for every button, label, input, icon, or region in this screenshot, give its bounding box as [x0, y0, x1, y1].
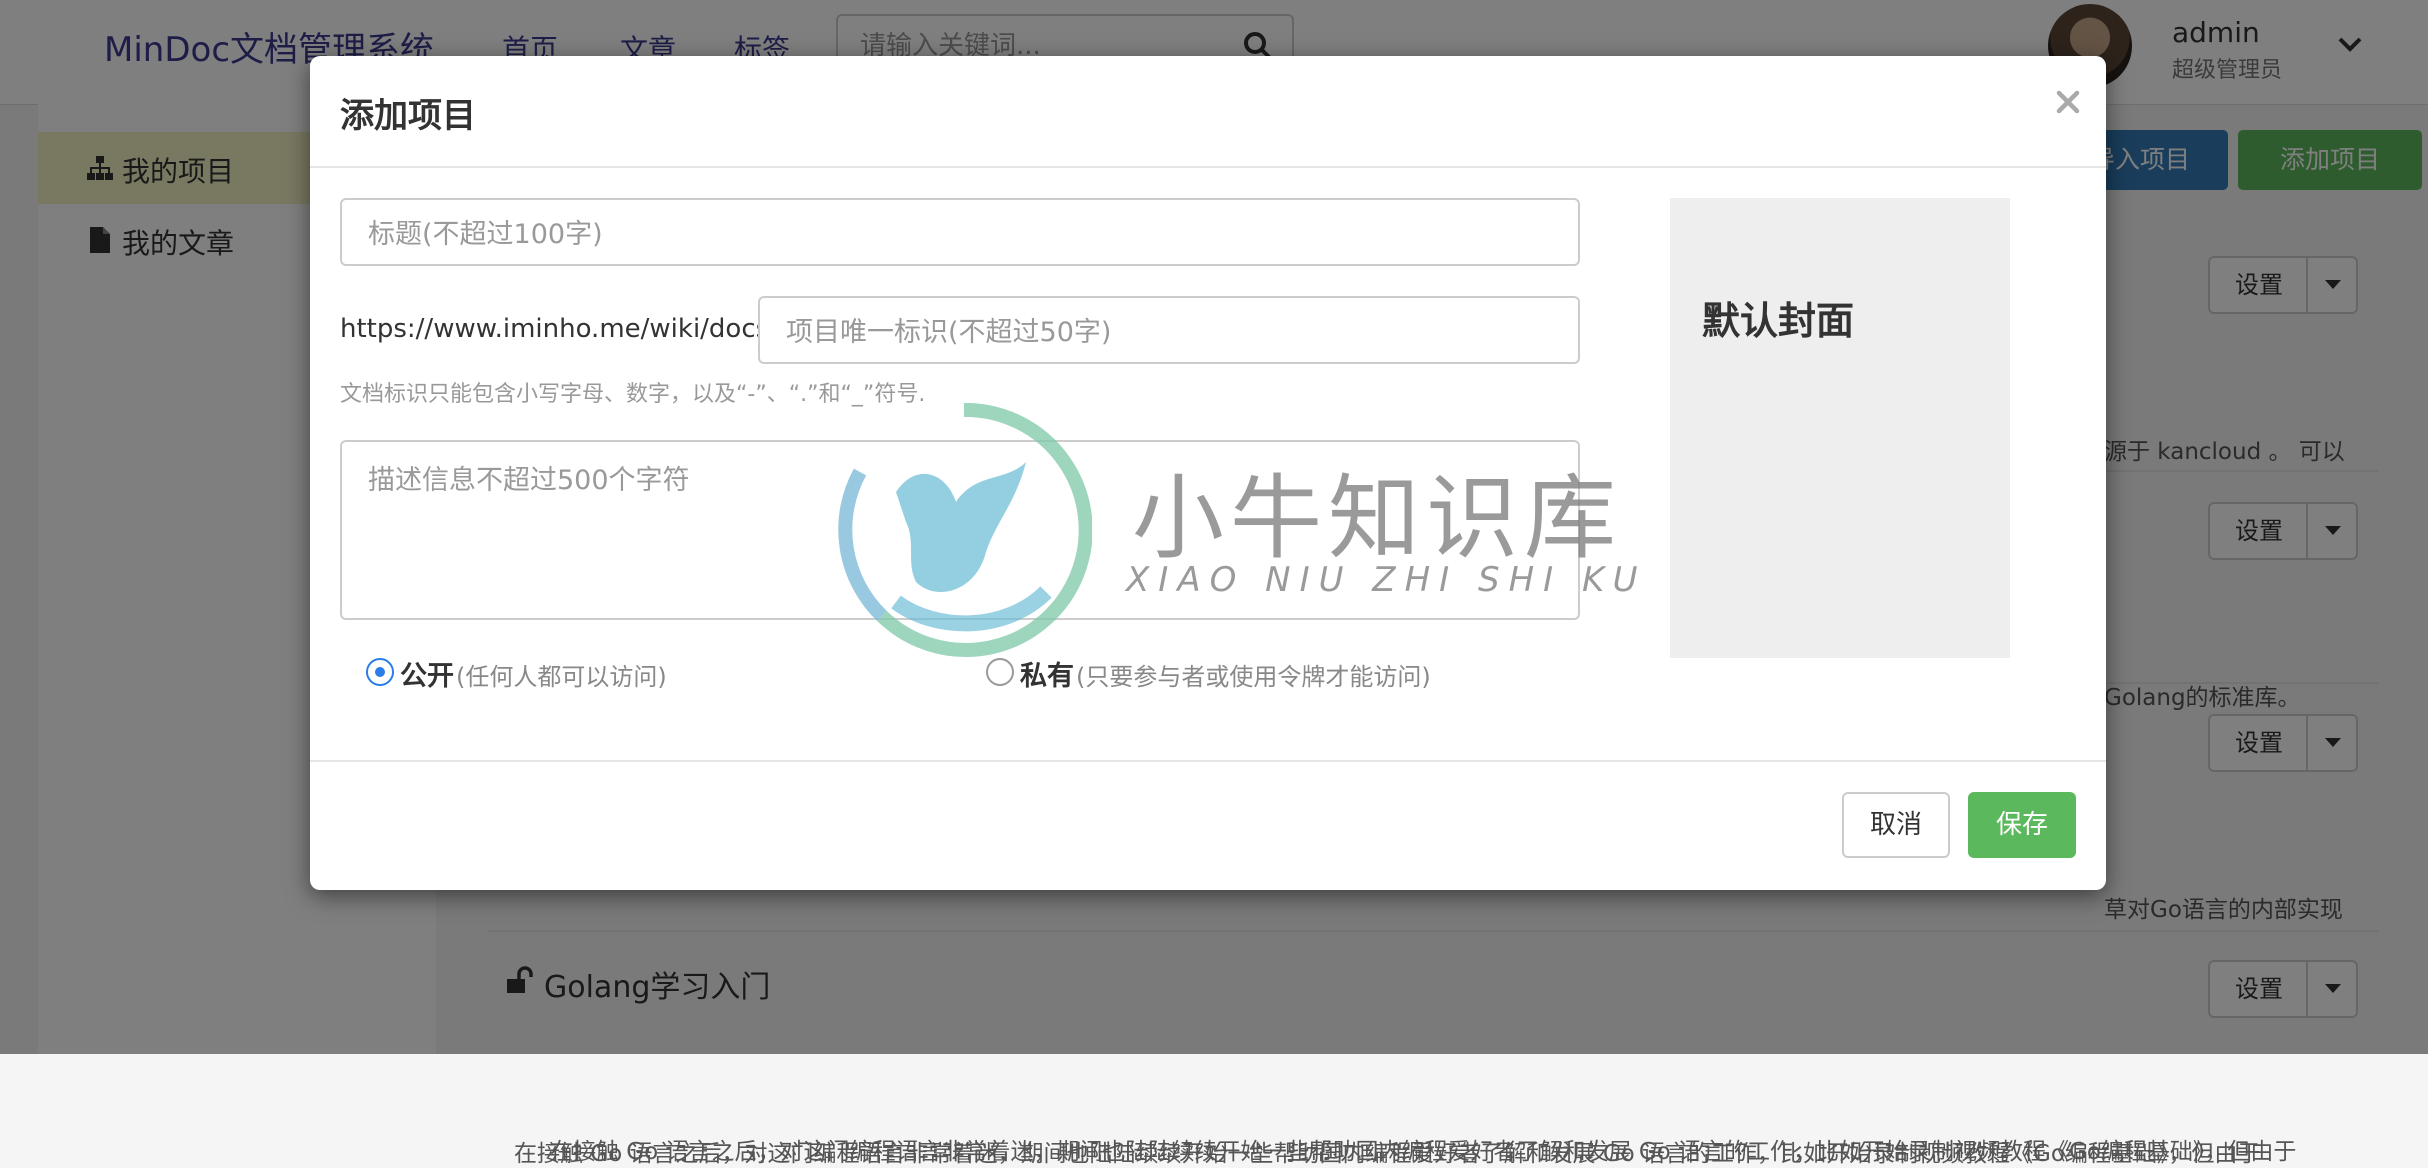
url-prefix-label: https://www.iminho.me/wiki/docs/ — [340, 314, 778, 344]
project-description: 在接触 Go 语言之后，对这门编程语言非常着迷，期间也陆陆续续开始一些帮助国内编… — [514, 1141, 2261, 1167]
modal-footer: 取消 保存 — [310, 760, 2106, 892]
save-button[interactable]: 保存 — [1968, 792, 2076, 858]
cover-label: 默认封面 — [1702, 299, 1855, 343]
watermark-subtext: XIAO NIU ZHI SHI KU — [1126, 560, 1647, 600]
private-radio-label[interactable]: 私有 — [1020, 654, 1074, 693]
project-title-field — [340, 198, 1580, 266]
project-identify-field — [758, 296, 1580, 364]
watermark-text: 小牛知识库 — [1132, 465, 1623, 572]
cancel-button[interactable]: 取消 — [1842, 792, 1950, 858]
public-radio-label[interactable]: 公开 — [400, 654, 454, 693]
private-radio-hint: (只要参与者或使用令牌才能访问) — [1076, 663, 1431, 691]
modal-header: 添加项目 — [310, 56, 2106, 168]
private-radio[interactable] — [986, 658, 1014, 686]
watermark-logo — [838, 402, 1092, 657]
project-title-input[interactable] — [366, 214, 1550, 254]
close-icon[interactable] — [2050, 84, 2086, 120]
project-identify-input[interactable] — [784, 312, 1558, 352]
modal-title: 添加项目 — [340, 96, 476, 136]
public-radio[interactable] — [366, 658, 394, 686]
public-radio-hint: (任何人都可以访问) — [456, 663, 667, 691]
cover-image[interactable]: 默认封面 — [1670, 198, 2010, 658]
